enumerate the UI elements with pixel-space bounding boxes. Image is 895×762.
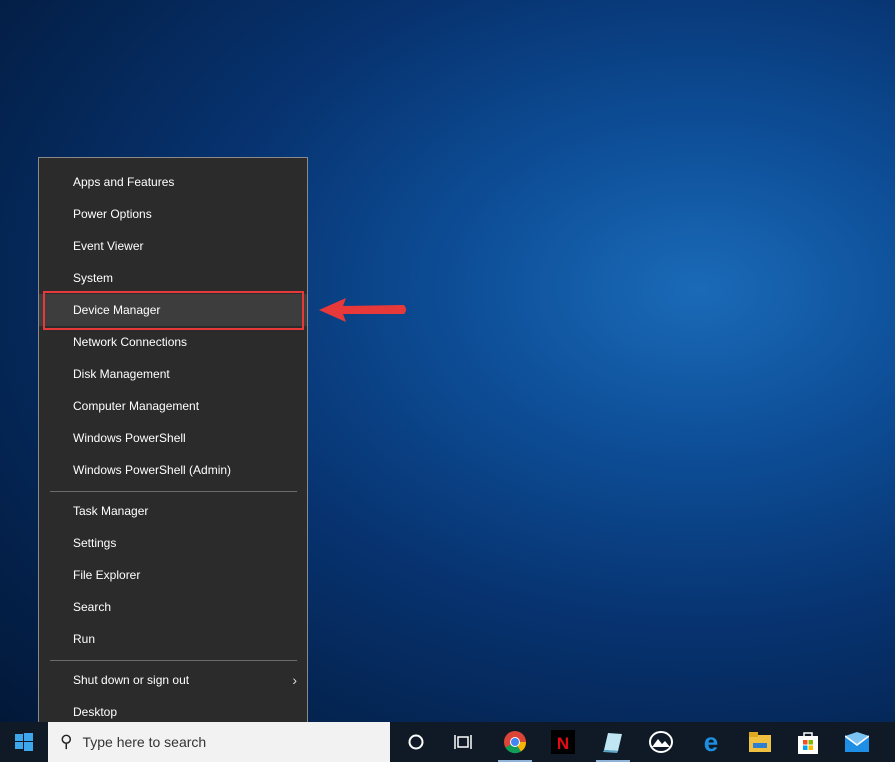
store-icon[interactable] [785,722,831,762]
windows-logo-icon [15,733,33,751]
menu-item-label: File Explorer [73,568,141,582]
red-arrow-annotation [319,298,406,322]
menu-item-label: Windows PowerShell (Admin) [73,463,232,477]
menu-item-windows-powershell-admin[interactable]: Windows PowerShell (Admin) [39,454,307,486]
start-button[interactable] [0,722,48,762]
menu-item-label: Disk Management [73,367,170,381]
menu-item-label: Event Viewer [73,239,144,253]
search-icon: ⚲ [60,732,73,751]
menu-separator [50,660,297,661]
menu-item-task-manager[interactable]: Task Manager [39,495,307,527]
menu-item-device-manager[interactable]: Device Manager [39,294,307,326]
photos-icon[interactable] [638,722,684,762]
menu-item-power-options[interactable]: Power Options [39,198,307,230]
menu-item-label: Search [73,600,112,614]
menu-item-label: System [73,271,114,285]
menu-item-computer-management[interactable]: Computer Management [39,390,307,422]
menu-item-label: Computer Management [73,399,200,413]
menu-item-windows-powershell[interactable]: Windows PowerShell [39,422,307,454]
menu-item-network-connections[interactable]: Network Connections [39,326,307,358]
edge-icon[interactable]: e [688,722,734,762]
menu-item-label: Windows PowerShell [73,431,186,445]
chrome-icon[interactable] [492,722,538,762]
menu-item-shut-down-or-sign-out[interactable]: Shut down or sign out › [39,664,307,696]
search-box[interactable]: ⚲ Type here to search [48,722,390,762]
notes-icon[interactable] [590,722,636,762]
file-explorer-icon[interactable] [737,722,783,762]
menu-item-run[interactable]: Run [39,623,307,655]
menu-item-label: Network Connections [73,335,188,349]
menu-item-apps-and-features[interactable]: Apps and Features [39,166,307,198]
search-placeholder: Type here to search [82,734,207,750]
menu-item-label: Power Options [73,207,152,221]
menu-item-label: Desktop [73,705,118,719]
menu-separator [50,491,297,492]
menu-item-label: Task Manager [73,504,149,518]
cortana-icon[interactable] [393,722,439,762]
chevron-right-icon: › [292,672,297,688]
taskbar: ⚲ Type here to search N e [0,722,895,762]
menu-item-event-viewer[interactable]: Event Viewer [39,230,307,262]
winx-context-menu: Apps and Features Power Options Event View… [38,157,308,737]
menu-item-disk-management[interactable]: Disk Management [39,358,307,390]
menu-item-settings[interactable]: Settings [39,527,307,559]
menu-item-search[interactable]: Search [39,591,307,623]
menu-item-file-explorer[interactable]: File Explorer [39,559,307,591]
menu-item-label: Apps and Features [73,175,175,189]
menu-item-label: Settings [73,536,117,550]
menu-item-system[interactable]: System [39,262,307,294]
svg-text:N: N [557,734,569,753]
menu-item-label: Run [73,632,96,646]
mail-icon[interactable] [834,722,880,762]
menu-item-label: Shut down or sign out [73,673,190,687]
netflix-icon[interactable]: N [540,722,586,762]
task-view-icon[interactable] [440,722,486,762]
menu-item-label: Device Manager [73,303,161,317]
